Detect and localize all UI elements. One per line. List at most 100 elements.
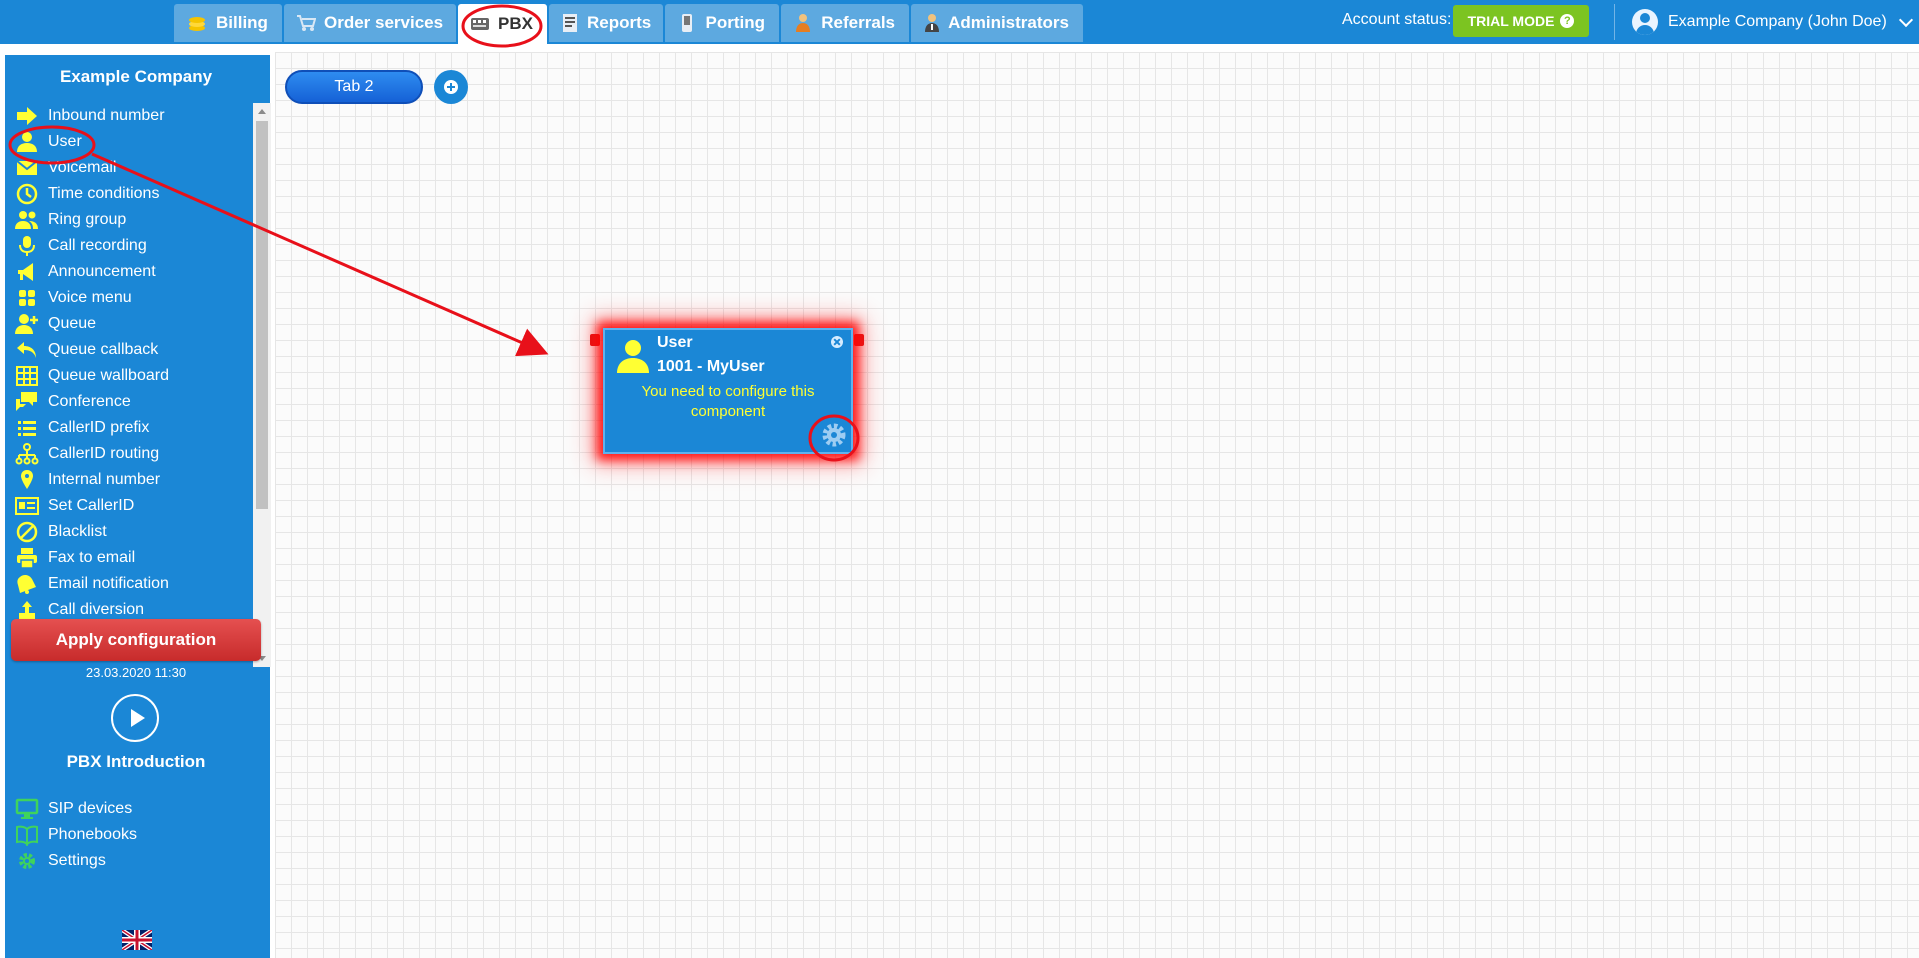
- add-tab-button[interactable]: [434, 70, 468, 104]
- sidebar: Example Company Inbound number User Voic…: [5, 55, 271, 958]
- component-email-notification[interactable]: Email notification: [5, 571, 253, 597]
- tab-referrals-label: Referrals: [821, 13, 895, 32]
- top-navigation-bar: Billing Order services PBX Reports Porti…: [0, 0, 1919, 44]
- gear-icon[interactable]: [821, 422, 847, 448]
- pbx-canvas[interactable]: [275, 52, 1919, 958]
- tab-order-services[interactable]: Order services: [284, 4, 456, 42]
- node-title: User: [657, 334, 693, 351]
- table-icon: [16, 366, 38, 386]
- tab-referrals[interactable]: Referrals: [781, 4, 909, 42]
- uk-flag-icon[interactable]: [122, 930, 152, 950]
- admin-icon: [923, 13, 940, 33]
- component-queue-callback[interactable]: Queue callback: [5, 337, 253, 363]
- tab-billing-label: Billing: [216, 13, 268, 32]
- ban-icon: [16, 521, 38, 543]
- trial-mode-badge[interactable]: TRIAL MODE ?: [1453, 5, 1589, 37]
- component-callerid-prefix[interactable]: CallerID prefix: [5, 415, 253, 441]
- tab-pbx-label: PBX: [498, 14, 533, 33]
- arrow-right-icon: [17, 107, 37, 125]
- chevron-down-icon: [1898, 12, 1913, 27]
- component-label: Queue callback: [48, 341, 159, 358]
- tab-billing[interactable]: Billing: [174, 4, 282, 42]
- question-icon: ?: [1560, 14, 1575, 28]
- component-user[interactable]: User: [5, 129, 253, 155]
- component-announcement[interactable]: Announcement: [5, 259, 253, 285]
- clock-icon: [16, 183, 38, 205]
- cart-icon: [296, 13, 316, 33]
- link-phonebooks[interactable]: Phonebooks: [5, 822, 253, 848]
- component-label: Set CallerID: [48, 497, 135, 514]
- user-component-node[interactable]: User 1001 - MyUser You need to configure…: [603, 328, 853, 454]
- tab-reports-label: Reports: [587, 13, 652, 32]
- component-label: Ring group: [48, 211, 127, 228]
- component-label: Voicemail: [48, 159, 117, 176]
- reply-icon: [17, 342, 36, 358]
- sitemap-icon: [15, 443, 39, 465]
- grid-icon: [19, 290, 35, 306]
- output-port[interactable]: [854, 334, 864, 346]
- component-voicemail[interactable]: Voicemail: [5, 155, 253, 181]
- component-label: Call recording: [48, 237, 147, 254]
- component-list-scrollbar[interactable]: [253, 103, 271, 667]
- component-queue[interactable]: Queue: [5, 311, 253, 337]
- divider: [1614, 4, 1615, 40]
- map-pin-icon: [21, 470, 33, 489]
- diversion-icon: [19, 601, 35, 619]
- tab-administrators[interactable]: Administrators: [911, 4, 1083, 42]
- account-status-label: Account status:: [1342, 11, 1452, 28]
- component-label: User: [48, 133, 82, 150]
- list-icon: [18, 421, 36, 436]
- component-set-callerid[interactable]: Set CallerID: [5, 493, 253, 519]
- pbx-introduction-link[interactable]: PBX Introduction: [5, 752, 267, 772]
- component-label: Fax to email: [48, 549, 136, 566]
- tab-reports[interactable]: Reports: [549, 4, 663, 42]
- component-label: Inbound number: [48, 107, 165, 124]
- pbx-icon: [470, 14, 490, 34]
- link-settings[interactable]: Settings: [5, 848, 253, 874]
- link-label: SIP devices: [48, 800, 133, 817]
- node-name: 1001 - MyUser: [657, 358, 765, 375]
- component-queue-wallboard[interactable]: Queue wallboard: [5, 363, 253, 389]
- link-sip-devices[interactable]: SIP devices: [5, 796, 253, 822]
- microphone-icon: [19, 236, 35, 256]
- component-callerid-routing[interactable]: CallerID routing: [5, 441, 253, 467]
- tab-order-services-label: Order services: [324, 13, 444, 32]
- printer-icon: [17, 548, 37, 569]
- component-label: Internal number: [48, 471, 161, 488]
- apply-configuration-button[interactable]: Apply configuration: [11, 619, 261, 661]
- component-ring-group[interactable]: Ring group: [5, 207, 253, 233]
- component-label: Queue: [48, 315, 97, 332]
- input-port[interactable]: [590, 334, 600, 346]
- component-blacklist[interactable]: Blacklist: [5, 519, 253, 545]
- company-name: Example Company: [59, 67, 213, 86]
- component-label: Call diversion: [48, 601, 145, 618]
- scroll-up-arrow[interactable]: [258, 109, 266, 114]
- component-internal-number[interactable]: Internal number: [5, 467, 253, 493]
- person-icon: [793, 13, 813, 33]
- link-label: Settings: [48, 852, 106, 869]
- users-icon: [15, 211, 38, 229]
- play-icon[interactable]: [111, 694, 159, 742]
- tab-administrators-label: Administrators: [948, 13, 1069, 32]
- canvas-tab-2[interactable]: Tab 2: [285, 70, 423, 104]
- component-label: Voice menu: [48, 289, 132, 306]
- plus-icon: [444, 80, 458, 94]
- tab-pbx[interactable]: PBX: [458, 4, 547, 44]
- user-menu[interactable]: Example Company (John Doe): [1632, 8, 1913, 36]
- coins-icon: [186, 13, 208, 33]
- component-list: Inbound number User Voicemail Time condi…: [5, 103, 253, 667]
- scroll-thumb[interactable]: [256, 121, 268, 509]
- component-fax-to-email[interactable]: Fax to email: [5, 545, 253, 571]
- user-icon: [617, 340, 649, 373]
- component-call-recording[interactable]: Call recording: [5, 233, 253, 259]
- component-label: Email notification: [48, 575, 169, 592]
- tab-porting[interactable]: Porting: [665, 4, 779, 42]
- component-conference[interactable]: Conference: [5, 389, 253, 415]
- component-time-conditions[interactable]: Time conditions: [5, 181, 253, 207]
- close-icon[interactable]: [831, 336, 843, 348]
- avatar: [1632, 9, 1658, 35]
- component-voice-menu[interactable]: Voice menu: [5, 285, 253, 311]
- bell-icon: [17, 574, 36, 594]
- phone-icon: [677, 13, 698, 33]
- component-inbound-number[interactable]: Inbound number: [5, 103, 253, 129]
